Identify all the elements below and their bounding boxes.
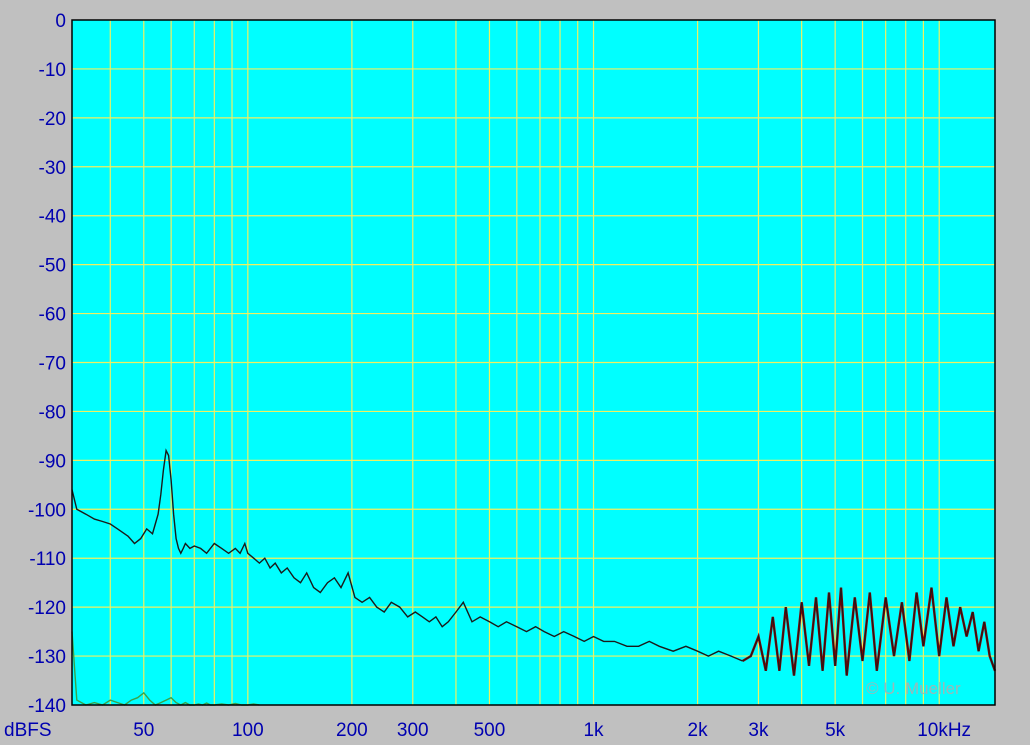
- x-tick-label: 50: [133, 720, 154, 741]
- y-tick-label: -40: [39, 207, 66, 228]
- y-tick-label: -80: [39, 402, 66, 423]
- x-tick-label: 10kHz: [917, 720, 971, 741]
- y-tick-label: -50: [39, 256, 66, 277]
- y-axis-unit-label: dBFS: [4, 720, 52, 741]
- y-tick-label: -30: [39, 158, 66, 179]
- y-tick-label: -70: [39, 354, 66, 375]
- y-tick-label: -130: [28, 647, 66, 668]
- y-tick-label: -100: [28, 500, 66, 521]
- x-tick-label: 300: [397, 720, 429, 741]
- watermark: © U. Mueller: [866, 679, 961, 698]
- x-tick-label: 2k: [688, 720, 709, 741]
- y-axis-ticks: 0 -10 -20 -30 -40 -50 -60 -70 -80 -90 -100 -110 -120…: [28, 11, 66, 717]
- y-tick-label: -90: [39, 451, 66, 472]
- y-tick-label: -10: [39, 60, 66, 81]
- x-tick-label: 3k: [748, 720, 769, 741]
- x-tick-label: 5k: [825, 720, 846, 741]
- x-tick-label: 100: [232, 720, 264, 741]
- y-tick-label: -140: [28, 696, 66, 717]
- y-tick-label: -120: [28, 598, 66, 619]
- x-tick-label: 500: [474, 720, 506, 741]
- y-tick-label: -110: [29, 549, 66, 570]
- x-axis-ticks: 50 100 200 300 500 1k 2k 3k 5k 10kHz: [133, 720, 971, 741]
- x-tick-label: 1k: [583, 720, 604, 741]
- spectrum-chart: 0 -10 -20 -30 -40 -50 -60 -70 -80 -90 -100 -110 -120…: [4, 11, 997, 741]
- y-tick-label: 0: [55, 11, 66, 32]
- y-tick-label: -20: [39, 109, 66, 130]
- x-tick-label: 200: [336, 720, 368, 741]
- y-tick-label: -60: [39, 305, 66, 326]
